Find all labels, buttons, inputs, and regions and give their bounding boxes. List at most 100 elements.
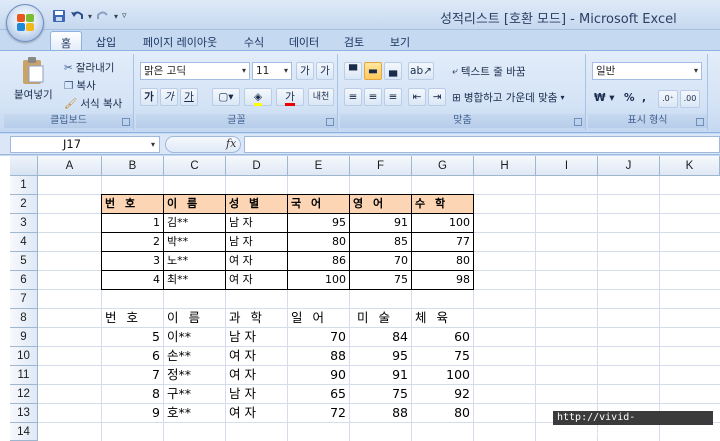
- table-cell[interactable]: 6: [102, 347, 163, 365]
- table-cell[interactable]: 9: [102, 404, 163, 422]
- table-cell[interactable]: 90: [288, 366, 349, 384]
- table-cell[interactable]: 구**: [164, 385, 224, 403]
- row-header[interactable]: 2: [10, 195, 38, 214]
- alignment-launcher-icon[interactable]: [574, 118, 582, 126]
- row-header[interactable]: 14: [10, 423, 38, 441]
- border-button[interactable]: ▢▾: [212, 88, 240, 106]
- column-header[interactable]: G: [412, 156, 474, 176]
- select-all-button[interactable]: [10, 156, 38, 176]
- row-header[interactable]: 5: [10, 252, 38, 271]
- table-cell[interactable]: 88: [350, 404, 411, 422]
- format-painter-button[interactable]: 🖌 서식 복사: [64, 96, 122, 111]
- column-header[interactable]: F: [350, 156, 412, 176]
- increase-decimal-button[interactable]: .0⁺: [658, 90, 678, 108]
- undo-icon[interactable]: [70, 9, 84, 23]
- table-cell[interactable]: 60: [412, 328, 473, 346]
- table-cell[interactable]: 최**: [164, 271, 224, 289]
- table-cell[interactable]: 정**: [164, 366, 224, 384]
- copy-button[interactable]: ❐ 복사: [64, 78, 96, 93]
- table-cell[interactable]: 95: [350, 347, 411, 365]
- table-cell[interactable]: 91: [350, 366, 411, 384]
- table-header[interactable]: 과 학: [226, 309, 286, 327]
- table-cell[interactable]: 호**: [164, 404, 224, 422]
- align-center-button[interactable]: ≡: [364, 88, 382, 106]
- table-cell[interactable]: 85: [350, 233, 411, 251]
- table-cell[interactable]: 80: [288, 233, 349, 251]
- table-cell[interactable]: 노**: [164, 252, 224, 270]
- table-cell[interactable]: 2: [102, 233, 163, 251]
- table-header[interactable]: 번 호: [102, 309, 162, 327]
- table-cell[interactable]: 5: [102, 328, 163, 346]
- column-header[interactable]: J: [598, 156, 660, 176]
- table-cell[interactable]: 77: [412, 233, 473, 251]
- cut-button[interactable]: ✂ 잘라내기: [64, 60, 114, 75]
- table-cell[interactable]: 95: [288, 214, 349, 232]
- paste-button[interactable]: 붙여넣기: [14, 56, 53, 102]
- table-header[interactable]: 번 호: [102, 195, 162, 213]
- table-cell[interactable]: 91: [350, 214, 411, 232]
- table-cell[interactable]: 72: [288, 404, 349, 422]
- align-top-button[interactable]: ▀: [344, 62, 362, 80]
- table-cell[interactable]: 75: [350, 271, 411, 289]
- table-cell[interactable]: 70: [288, 328, 349, 346]
- increase-indent-button[interactable]: ⇥: [428, 88, 446, 106]
- table-cell[interactable]: 100: [288, 271, 349, 289]
- column-header[interactable]: H: [474, 156, 536, 176]
- table-cell[interactable]: 여 자: [226, 252, 286, 270]
- orientation-button[interactable]: ab↗: [408, 62, 434, 80]
- column-header[interactable]: A: [38, 156, 102, 176]
- table-cell[interactable]: 이**: [164, 328, 224, 346]
- table-cell[interactable]: 남 자: [226, 385, 286, 403]
- number-format-select[interactable]: 일반 ▾: [592, 62, 702, 80]
- row-header[interactable]: 3: [10, 214, 38, 233]
- table-cell[interactable]: 여 자: [226, 271, 286, 289]
- row-header[interactable]: 10: [10, 347, 38, 366]
- table-cell[interactable]: 70: [350, 252, 411, 270]
- table-cell[interactable]: 남 자: [226, 214, 286, 232]
- table-header[interactable]: 일 어: [288, 309, 348, 327]
- table-cell[interactable]: 3: [102, 252, 163, 270]
- row-header[interactable]: 7: [10, 290, 38, 309]
- align-middle-button[interactable]: ▬: [364, 62, 382, 80]
- table-header[interactable]: 수 학: [412, 195, 472, 213]
- function-icon[interactable]: fx: [226, 137, 236, 150]
- number-launcher-icon[interactable]: [696, 118, 704, 126]
- tab-home[interactable]: 홈: [50, 31, 82, 50]
- table-cell[interactable]: 7: [102, 366, 163, 384]
- customize-qat-icon[interactable]: ▿: [122, 11, 127, 21]
- row-header[interactable]: 1: [10, 176, 38, 195]
- table-cell[interactable]: 75: [350, 385, 411, 403]
- row-header[interactable]: 9: [10, 328, 38, 347]
- table-header[interactable]: 성 별: [226, 195, 286, 213]
- table-header[interactable]: 영 어: [350, 195, 410, 213]
- table-cell[interactable]: 1: [102, 214, 163, 232]
- tab-page-layout[interactable]: 페이지 레이아웃: [132, 31, 228, 50]
- tab-data[interactable]: 데이터: [282, 31, 326, 50]
- table-cell[interactable]: 86: [288, 252, 349, 270]
- table-cell[interactable]: 남 자: [226, 328, 286, 346]
- decrease-decimal-button[interactable]: .00: [680, 90, 700, 108]
- comma-button[interactable]: ,: [642, 92, 646, 104]
- table-cell[interactable]: 손**: [164, 347, 224, 365]
- redo-icon[interactable]: [96, 9, 110, 23]
- table-cell[interactable]: 84: [350, 328, 411, 346]
- table-cell[interactable]: 100: [412, 214, 473, 232]
- formula-input[interactable]: [244, 136, 720, 153]
- grow-font-button[interactable]: 가: [296, 62, 314, 80]
- column-header[interactable]: I: [536, 156, 598, 176]
- table-cell[interactable]: 여 자: [226, 404, 286, 422]
- worksheet[interactable]: A B C D E F G H I J K 1 2 3 4 5 6 7 8 9 …: [0, 156, 720, 441]
- font-name-select[interactable]: 맑은 고딕 ▾: [140, 62, 250, 80]
- align-bottom-button[interactable]: ▄: [384, 62, 402, 80]
- table-cell[interactable]: 88: [288, 347, 349, 365]
- percent-button[interactable]: %: [624, 92, 635, 104]
- wrap-text-button[interactable]: ⤶ 텍스트 줄 바꿈: [452, 64, 526, 79]
- table-cell[interactable]: 남 자: [226, 233, 286, 251]
- row-header[interactable]: 11: [10, 366, 38, 385]
- italic-button[interactable]: 가: [160, 88, 178, 106]
- table-cell[interactable]: 8: [102, 385, 163, 403]
- font-size-select[interactable]: 11 ▾: [252, 62, 292, 80]
- table-cell[interactable]: 4: [102, 271, 163, 289]
- table-cell[interactable]: 김**: [164, 214, 224, 232]
- font-color-button[interactable]: 가: [276, 88, 304, 106]
